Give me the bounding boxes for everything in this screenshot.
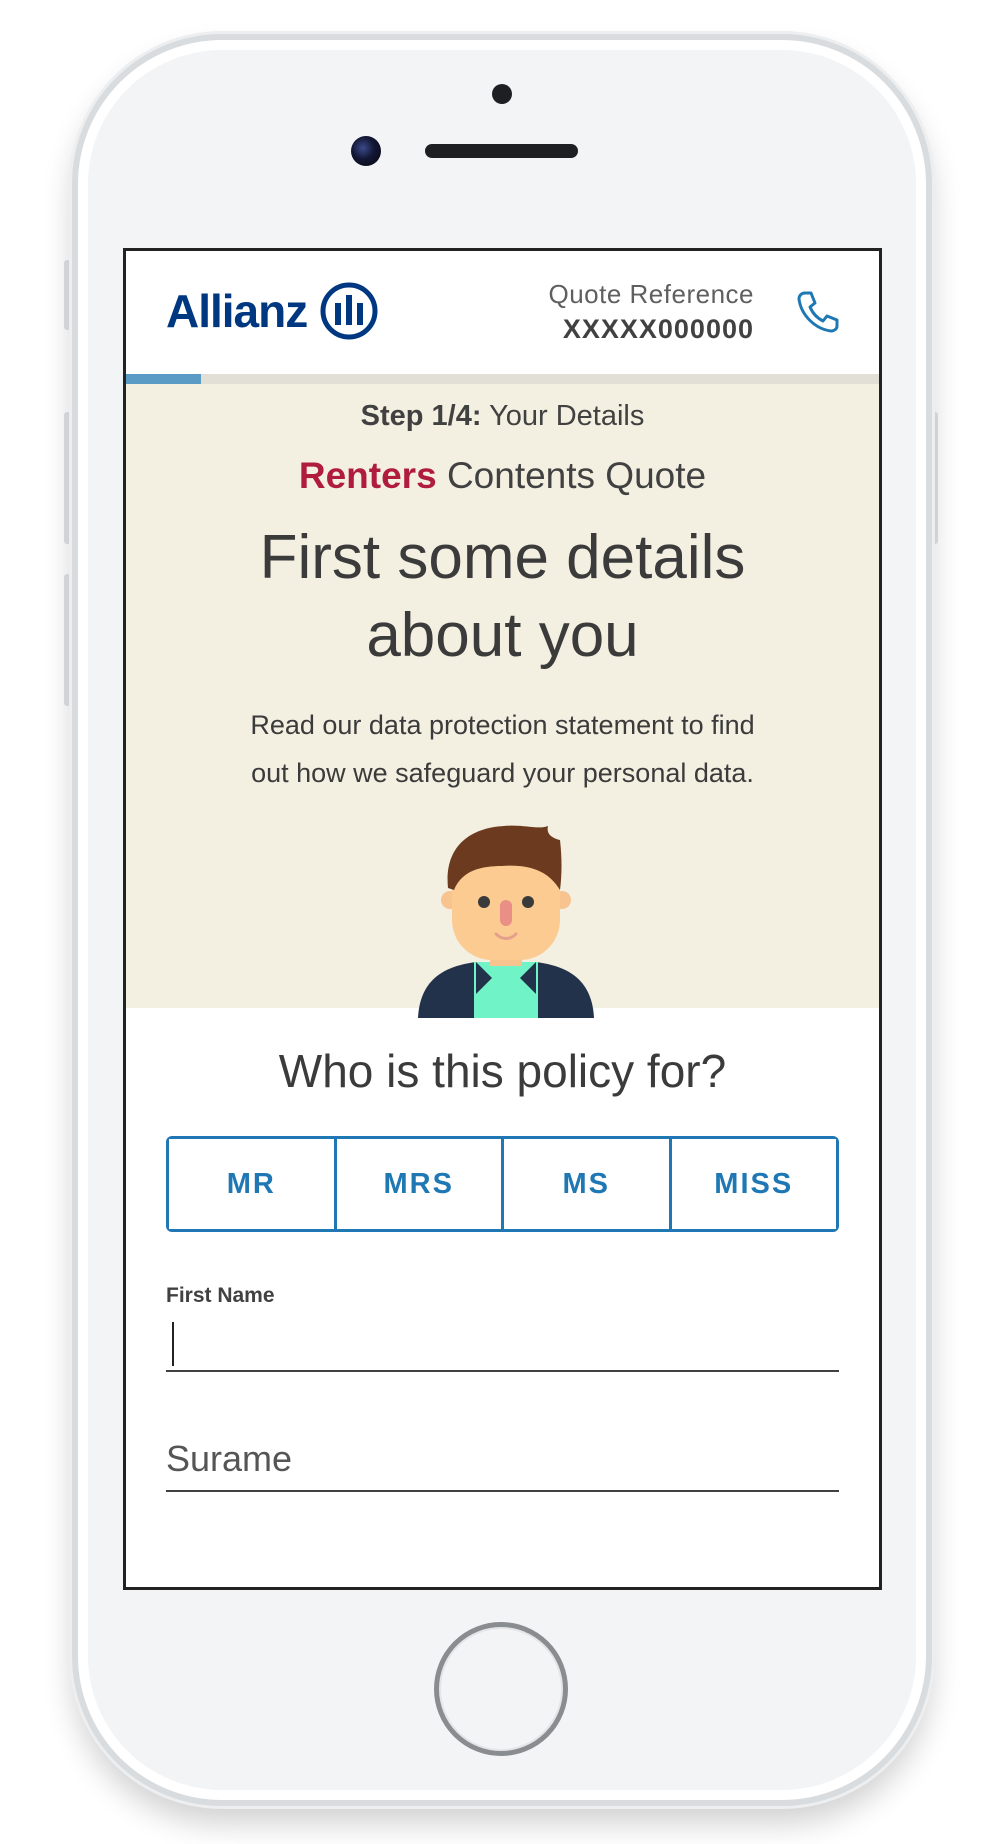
text-cursor <box>172 1322 174 1366</box>
logo-text: Allianz <box>166 285 308 337</box>
page-title-line-2: about you <box>366 601 639 670</box>
home-button[interactable] <box>434 1622 568 1756</box>
data-protection-line-1: Read our data protection statement to fi… <box>250 710 755 740</box>
step-number: Step 1/4: <box>360 400 482 432</box>
page-title-line-1: First some details <box>259 523 746 592</box>
product-name: Contents Quote <box>446 455 707 496</box>
front-camera <box>351 136 381 166</box>
quote-reference-value: XXXXX000000 <box>562 314 754 344</box>
allianz-logo[interactable]: Allianz <box>166 281 379 341</box>
progress-fill <box>126 374 202 384</box>
quote-reference: Quote Reference XXXXX000000 <box>548 279 754 345</box>
title-miss-button[interactable]: MISS <box>671 1139 836 1229</box>
surname-field[interactable]: Surame <box>166 1428 839 1492</box>
step-name: Your Details <box>489 400 645 432</box>
allianz-eagle-icon <box>320 282 378 340</box>
quote-reference-label: Quote Reference <box>548 279 754 309</box>
phone-icon[interactable] <box>793 287 841 335</box>
title-mr-button[interactable]: MR <box>169 1139 337 1229</box>
data-protection-text[interactable]: Read our data protection statement to fi… <box>126 701 879 797</box>
first-name-label: First Name <box>166 1284 275 1307</box>
progress-bar <box>126 374 879 384</box>
proximity-sensor <box>492 84 512 104</box>
earpiece-speaker <box>425 144 578 158</box>
page-title: First some details about you <box>126 519 879 675</box>
title-ms-button[interactable]: MS <box>504 1139 672 1229</box>
policy-question: Who is this policy for? <box>278 1045 727 1097</box>
product-title: Renters Contents Quote <box>126 455 879 497</box>
data-protection-line-2: out how we safeguard your personal data. <box>251 758 754 788</box>
title-mrs-button[interactable]: MRS <box>336 1139 504 1229</box>
device-frame: Allianz Quote Reference XXXXX000000 Step… <box>0 0 1003 1844</box>
title-selector: MR MRS MS MISS <box>166 1136 839 1232</box>
details-form: Who is this policy for? MR MRS MS MISS F… <box>126 1044 879 1492</box>
app-header: Allianz Quote Reference XXXXX000000 <box>126 251 879 374</box>
step-indicator: Step 1/4: Your Details <box>126 384 879 433</box>
avatar-illustration <box>418 825 594 1018</box>
hero-section: Step 1/4: Your Details Renters Contents … <box>126 384 879 1018</box>
screen: Allianz Quote Reference XXXXX000000 Step… <box>123 248 882 1590</box>
product-brand: Renters <box>298 455 437 496</box>
first-name-field[interactable] <box>166 1308 839 1372</box>
